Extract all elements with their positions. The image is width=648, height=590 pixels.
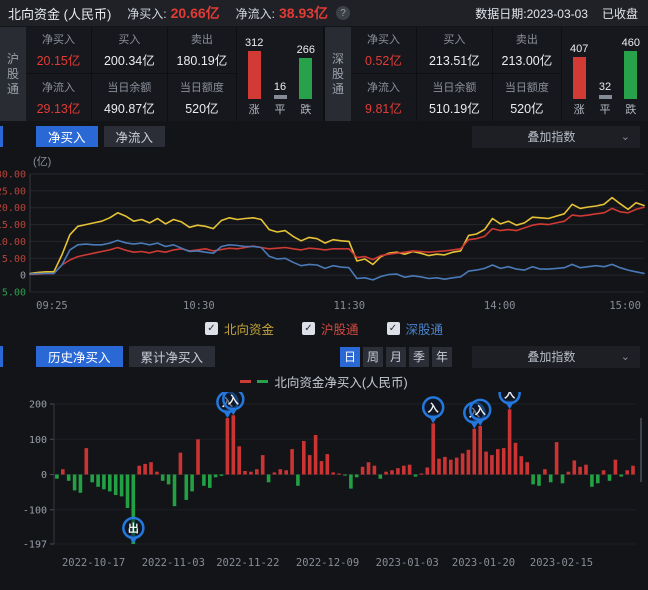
intraday-section-header: 净买入 净流入 叠加指数 ⌄ <box>0 123 648 150</box>
help-icon[interactable]: ? <box>336 6 350 20</box>
shengutong-vertical-label: 深股通 <box>325 27 351 121</box>
svg-text:20.00: 20.00 <box>0 203 26 214</box>
flat-count-bar <box>599 95 612 99</box>
hugutong-updown-bars: 312涨 16平 266跌 <box>237 27 323 121</box>
data-date: 数据日期:2023-03-03 <box>475 5 588 22</box>
svg-text:5.00: 5.00 <box>2 254 26 265</box>
stat-cell: 卖出213.00亿 <box>493 27 562 74</box>
market-status: 已收盘 <box>602 5 638 22</box>
y-axis-unit-label: (亿) <box>33 153 648 166</box>
stat-cell: 买入213.51亿 <box>417 27 493 74</box>
svg-text:11:30: 11:30 <box>333 300 365 312</box>
tab-net-inflow[interactable]: 净流入 <box>104 126 166 147</box>
svg-text:-5.00: -5.00 <box>0 288 26 299</box>
overlay-index-dropdown[interactable]: 叠加指数 ⌄ <box>472 346 640 368</box>
history-section-header: 历史净买入 累计净买入 日 周 月 季 年 叠加指数 ⌄ <box>0 343 648 370</box>
stat-cell: 买入200.34亿 <box>92 27 168 74</box>
period-buttons: 日 周 月 季 年 <box>340 347 452 367</box>
stat-cell: 当日额度520亿 <box>493 74 562 121</box>
svg-text:15:00: 15:00 <box>609 300 641 312</box>
legend-item-shengutong[interactable]: ✓ 深股通 <box>387 319 444 338</box>
period-quarter-button[interactable]: 季 <box>409 347 429 367</box>
svg-text:入: 入 <box>428 401 439 414</box>
net-buy-value: 20.66亿 <box>171 3 220 23</box>
section-accent-bar <box>0 126 3 147</box>
tab-cumulative-net-buy[interactable]: 累计净买入 <box>129 346 216 367</box>
up-count-bar <box>248 51 261 99</box>
svg-text:入: 入 <box>228 393 239 406</box>
checkbox-checked-icon[interactable]: ✓ <box>302 322 315 335</box>
svg-text:10.00: 10.00 <box>0 237 26 248</box>
green-dash-icon <box>257 380 268 383</box>
checkbox-checked-icon[interactable]: ✓ <box>387 322 400 335</box>
svg-text:出: 出 <box>128 521 139 535</box>
stat-cell: 卖出180.19亿 <box>168 27 237 74</box>
legend-item-north[interactable]: ✓ 北向资金 <box>205 319 274 338</box>
svg-text:入: 入 <box>504 392 515 400</box>
net-inflow-label: 净流入: <box>236 5 275 22</box>
stat-cell: 当日余额510.19亿 <box>417 74 493 121</box>
shengutong-stats-grid: 净买入0.52亿 买入213.51亿 卖出213.00亿 净流入9.81亿 当日… <box>351 27 562 121</box>
svg-text:2023-01-03: 2023-01-03 <box>376 557 439 569</box>
svg-text:14:00: 14:00 <box>484 300 516 312</box>
panel-hugutong: 沪股通 净买入20.15亿 买入200.34亿 卖出180.19亿 净流入29.… <box>0 27 323 121</box>
down-count-bar <box>299 58 312 99</box>
period-month-button[interactable]: 月 <box>386 347 406 367</box>
svg-text:0: 0 <box>20 271 26 282</box>
svg-text:200: 200 <box>29 400 47 411</box>
period-day-button[interactable]: 日 <box>340 347 360 367</box>
svg-text:0: 0 <box>41 470 47 481</box>
intraday-line-chart: 30.00 25.00 20.00 15.00 10.00 5.00 0 -5.00 09:25… <box>0 166 648 316</box>
stats-panels: 沪股通 净买入20.15亿 买入200.34亿 卖出180.19亿 净流入29.… <box>0 27 648 121</box>
svg-text:2022-10-17: 2022-10-17 <box>62 557 125 569</box>
section-accent-bar <box>0 346 3 367</box>
page-title: 北向资金 (人民币) <box>8 4 111 23</box>
svg-text:-197: -197 <box>23 540 47 551</box>
svg-text:2023-02-15: 2023-02-15 <box>530 557 593 569</box>
net-inflow-value: 38.93亿 <box>279 3 328 23</box>
net-buy-label: 净买入: <box>127 5 166 22</box>
svg-text:2023-01-20: 2023-01-20 <box>452 557 515 569</box>
svg-text:09:25: 09:25 <box>36 300 68 312</box>
stat-cell: 净买入0.52亿 <box>351 27 417 74</box>
panel-shengutong: 深股通 净买入0.52亿 买入213.51亿 卖出213.00亿 净流入9.81… <box>325 27 648 121</box>
stat-cell: 当日额度520亿 <box>168 74 237 121</box>
line-chart-legend: ✓ 北向资金 ✓ 沪股通 ✓ 深股通 <box>0 316 648 341</box>
svg-text:25.00: 25.00 <box>0 186 26 197</box>
period-year-button[interactable]: 年 <box>432 347 452 367</box>
flat-count-bar <box>274 95 287 99</box>
up-count-bar <box>573 57 586 99</box>
top-bar: 北向资金 (人民币) 净买入: 20.66亿 净流入: 38.93亿 ? 数据日… <box>0 0 648 26</box>
shengutong-updown-bars: 407涨 32平 460跌 <box>562 27 648 121</box>
svg-text:2022-12-09: 2022-12-09 <box>296 557 359 569</box>
legend-item-hugutong[interactable]: ✓ 沪股通 <box>302 319 359 338</box>
svg-text:-100: -100 <box>23 505 47 516</box>
bar-legend-label: 北向资金净买入(人民币) <box>274 372 407 391</box>
down-count-bar <box>624 51 637 99</box>
svg-text:入: 入 <box>475 404 486 417</box>
hugutong-vertical-label: 沪股通 <box>0 27 26 121</box>
chevron-down-icon: ⌄ <box>621 350 630 363</box>
stat-cell: 净流入29.13亿 <box>26 74 92 121</box>
svg-text:10:30: 10:30 <box>183 300 215 312</box>
svg-text:30.00: 30.00 <box>0 170 26 181</box>
red-dash-icon <box>240 380 251 383</box>
stat-cell: 净流入9.81亿 <box>351 74 417 121</box>
stat-cell: 净买入20.15亿 <box>26 27 92 74</box>
svg-text:2022-11-22: 2022-11-22 <box>216 557 279 569</box>
svg-text:2022-11-03: 2022-11-03 <box>142 557 205 569</box>
svg-text:15.00: 15.00 <box>0 220 26 231</box>
tab-net-buy[interactable]: 净买入 <box>36 126 98 147</box>
bar-chart-legend: 北向资金净买入(人民币) <box>0 370 648 392</box>
svg-text:100: 100 <box>29 435 47 446</box>
tab-history-net-buy[interactable]: 历史净买入 <box>36 346 123 367</box>
checkbox-checked-icon[interactable]: ✓ <box>205 322 218 335</box>
overlay-index-dropdown[interactable]: 叠加指数 ⌄ <box>472 126 640 148</box>
chevron-down-icon: ⌄ <box>621 130 630 143</box>
period-week-button[interactable]: 周 <box>363 347 383 367</box>
hugutong-stats-grid: 净买入20.15亿 买入200.34亿 卖出180.19亿 净流入29.13亿 … <box>26 27 237 121</box>
history-bar-chart: 200 100 0 -100 -197 2022-10-17 2022-11-03 2022-… <box>0 392 648 580</box>
stat-cell: 当日余额490.87亿 <box>92 74 168 121</box>
